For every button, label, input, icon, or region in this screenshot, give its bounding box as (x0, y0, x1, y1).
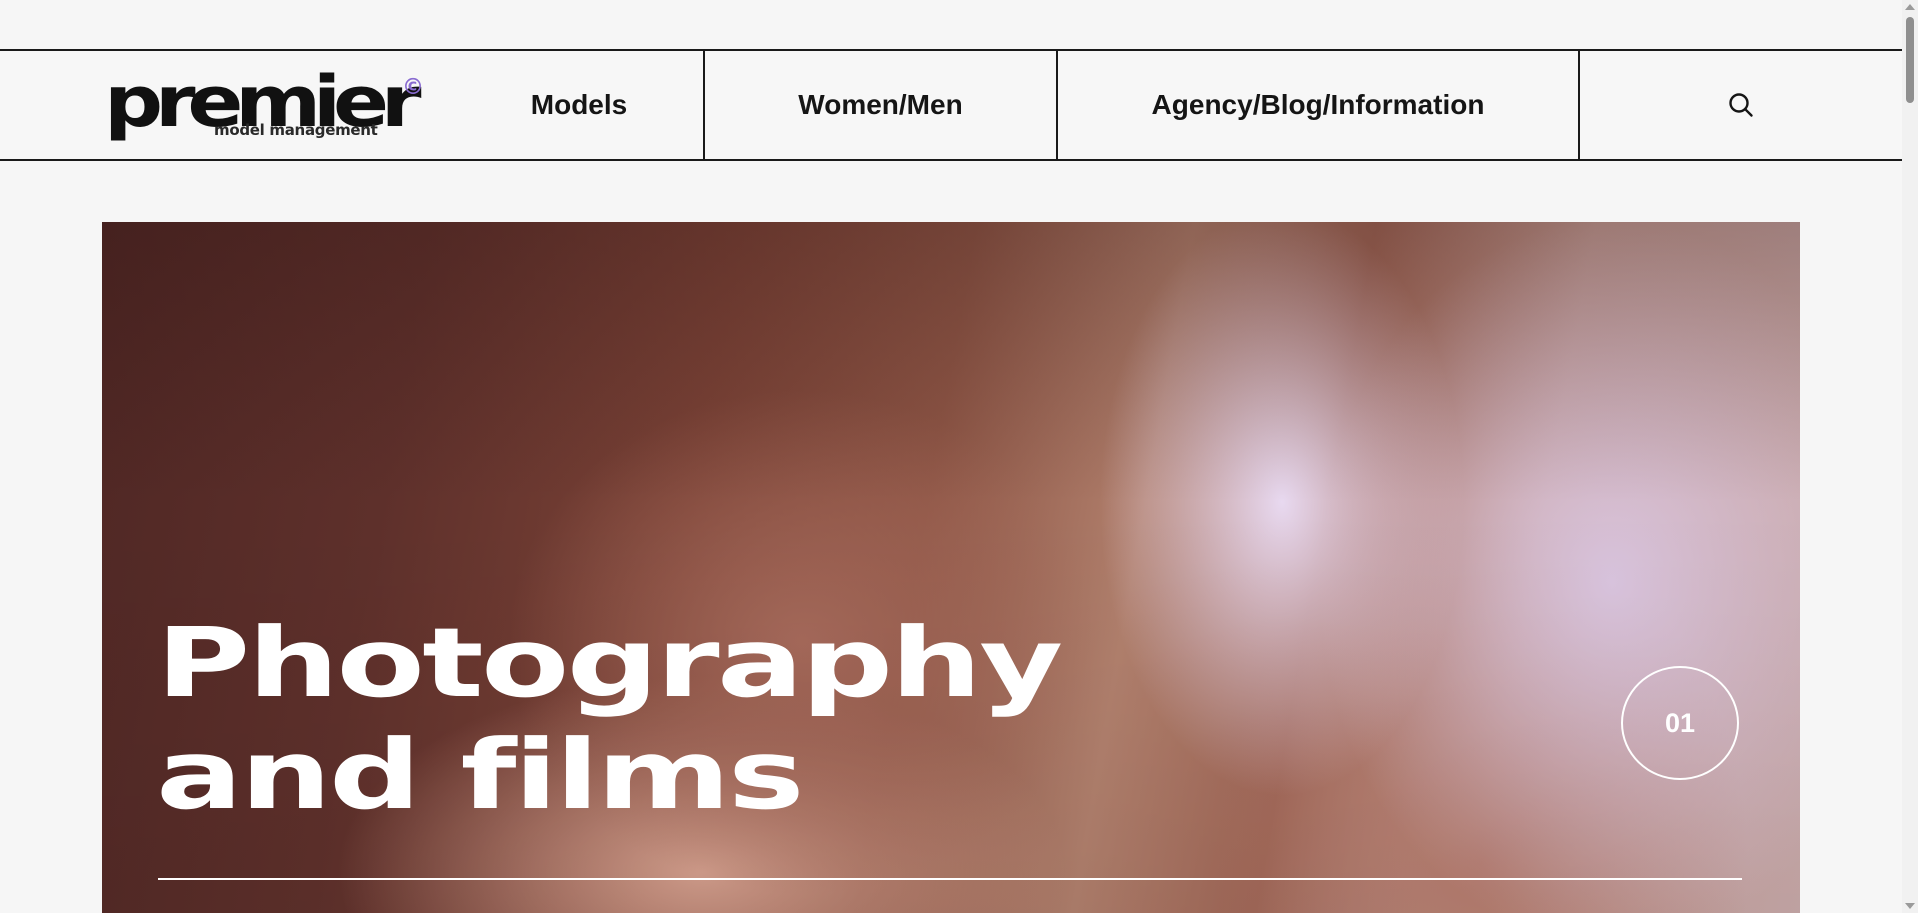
page: premier model management © Models Women/… (0, 0, 1918, 913)
hero-divider (158, 878, 1742, 880)
nav-item-women-men[interactable]: Women/Men (705, 51, 1058, 159)
slide-counter: 01 (1621, 666, 1739, 780)
site-header: premier model management © Models Women/… (0, 49, 1902, 161)
logo-copyright-mark: © (402, 75, 424, 100)
search-button[interactable] (1580, 51, 1902, 159)
hero-title: Photography and films (156, 607, 1063, 831)
logo[interactable]: premier model management © (104, 67, 424, 147)
scrollbar-thumb[interactable] (1906, 17, 1914, 103)
logo-subtitle: model management (214, 121, 378, 139)
hero-title-line-2: and films (156, 719, 805, 831)
vertical-scrollbar[interactable] (1902, 0, 1918, 913)
nav-item-models[interactable]: Models (455, 51, 705, 159)
scroll-down-arrow-icon[interactable] (1905, 903, 1915, 909)
hero-title-line-1: Photography (156, 607, 1063, 719)
nav-item-agency-blog-information[interactable]: Agency/Blog/Information (1058, 51, 1580, 159)
scroll-up-arrow-icon[interactable] (1905, 4, 1915, 10)
search-icon (1729, 93, 1753, 117)
hero-banner[interactable]: Photography and films 01 (102, 222, 1800, 913)
